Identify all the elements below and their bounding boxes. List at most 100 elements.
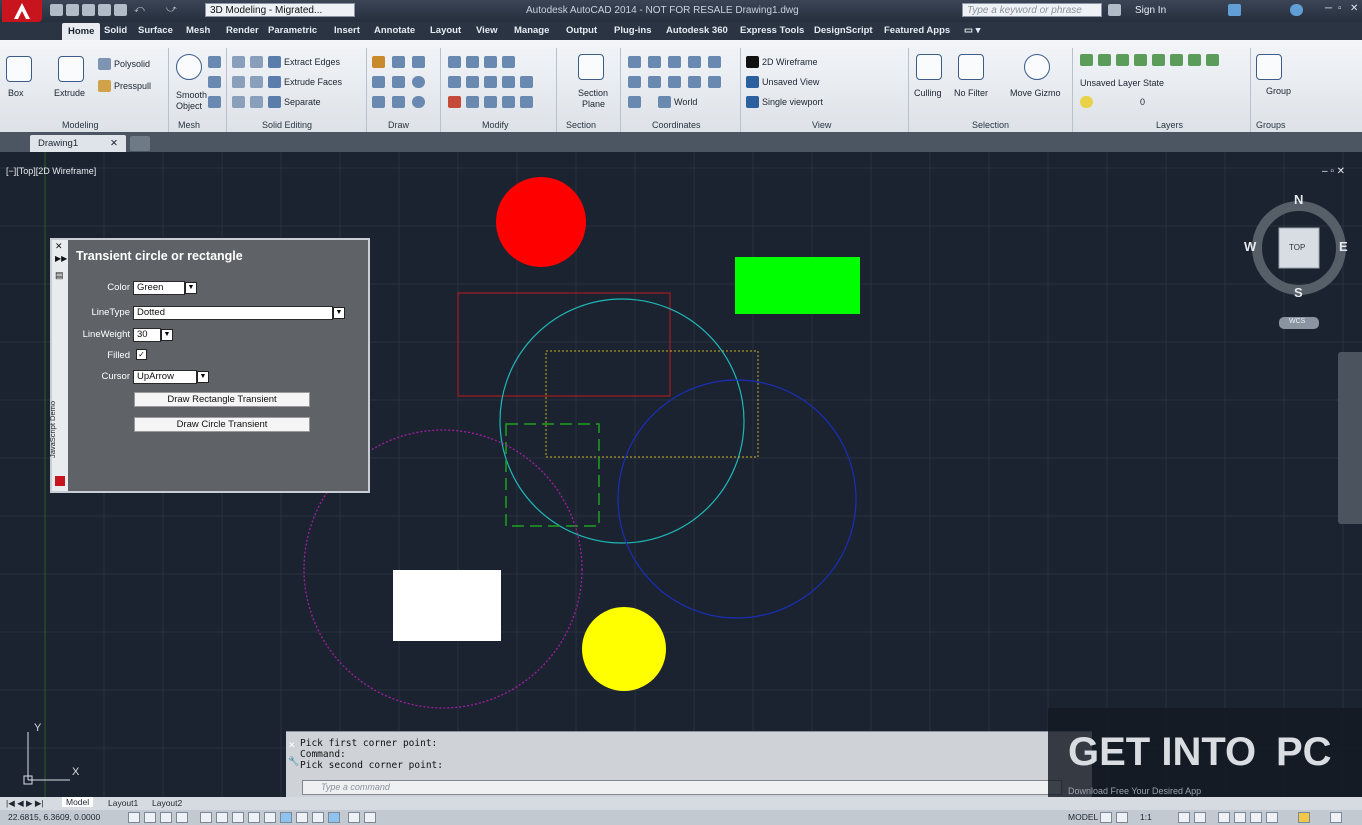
tab-insert[interactable]: Insert [334,25,360,36]
tab-express-tools[interactable]: Express Tools [740,25,804,36]
tab-solid[interactable]: Solid [104,25,127,36]
visual-style-icon[interactable] [746,56,759,68]
ucs-4-icon[interactable] [688,56,701,68]
polar-icon[interactable] [200,812,212,823]
compass-s[interactable]: S [1294,285,1303,300]
ribbon-toggle-icon[interactable]: ▭ ▾ [964,25,980,36]
linetype-select[interactable]: Dotted [133,306,333,320]
layer-1-icon[interactable] [1080,54,1093,66]
tab-surface[interactable]: Surface [138,25,173,36]
annotation-scale-dropdown[interactable]: 1:1 [1140,812,1152,822]
layer-6-icon[interactable] [1170,54,1183,66]
panel-modeling[interactable]: Modeling [62,120,99,130]
osnap-icon[interactable] [216,812,228,823]
tab-manage[interactable]: Manage [514,25,549,36]
app-menu-button[interactable] [2,0,42,22]
group-icon[interactable] [1256,54,1282,80]
panel-selection[interactable]: Selection [972,120,1009,130]
sign-in-button[interactable]: Sign In [1135,5,1166,16]
window-close-icon[interactable]: ✕ [1350,3,1358,14]
tab-home[interactable]: Home [62,23,101,40]
annotation-visibility-icon[interactable] [1178,812,1190,823]
panel-layers[interactable]: Layers [1156,120,1183,130]
modify-12-icon[interactable] [484,96,497,108]
panel-draw[interactable]: Draw [388,120,409,130]
viewport-window-controls[interactable]: – ▫ ✕ [1322,166,1345,177]
panel-coordinates[interactable]: Coordinates [652,120,701,130]
spline-icon[interactable] [372,76,385,88]
layer-5-icon[interactable] [1152,54,1165,66]
panel-groups[interactable]: Groups [1256,120,1286,130]
otrack-icon[interactable] [248,812,260,823]
linetype-dropdown-icon[interactable]: ▼ [333,307,345,319]
polygon-icon[interactable] [372,96,385,108]
extrude-button[interactable]: Extrude [54,88,85,98]
separate-icon[interactable] [268,96,281,108]
save-icon[interactable] [82,4,95,16]
panel-section[interactable]: Section [566,120,596,130]
ucs-8-icon[interactable] [668,76,681,88]
current-layer-dropdown[interactable]: 0 [1140,97,1145,107]
layout-tab-layout1[interactable]: Layout1 [108,798,138,808]
ucs-9-icon[interactable] [688,76,701,88]
ellipse-icon[interactable] [412,96,425,108]
solid-edit-5-icon[interactable] [232,96,245,108]
green-dashed-rectangle[interactable] [505,423,600,527]
command-input[interactable]: Type a command [302,780,1062,795]
exchange-icon[interactable] [1228,4,1241,16]
polysolid-button[interactable]: Polysolid [114,59,150,69]
circle-icon[interactable] [412,76,425,88]
compass-e[interactable]: E [1339,239,1348,254]
cursor-select[interactable]: UpArrow [133,370,197,384]
workspace-switching-icon[interactable] [1218,812,1230,823]
viewcube-label[interactable]: TOP [1289,243,1305,252]
red-circle[interactable] [496,177,586,267]
group-button[interactable]: Group [1266,86,1291,96]
box-icon[interactable] [6,56,32,82]
presspull-icon[interactable] [98,80,111,92]
rectangle-icon[interactable] [392,96,405,108]
layout-tab-layout2[interactable]: Layout2 [152,798,182,808]
separate-button[interactable]: Separate [284,97,321,107]
smooth-object-icon[interactable] [176,54,202,80]
ucs-5-icon[interactable] [708,56,721,68]
layer-3-icon[interactable] [1116,54,1129,66]
grid-icon[interactable] [160,812,172,823]
yellow-circle[interactable] [582,607,666,691]
tab-mesh[interactable]: Mesh [186,25,210,36]
quick-properties-icon[interactable] [328,812,340,823]
filled-checkbox[interactable]: ✓ [136,349,147,360]
modify-6-icon[interactable] [466,76,479,88]
plot-icon[interactable] [114,4,127,16]
tab-designscript[interactable]: DesignScript [814,25,873,36]
move-gizmo-button[interactable]: Move Gizmo [1010,88,1061,98]
modify-13-icon[interactable] [502,96,515,108]
move-icon[interactable] [484,56,497,68]
annotation-monitor-icon[interactable] [364,812,376,823]
palette-autohide-icon[interactable]: ▶▶ [55,254,67,263]
green-rectangle[interactable] [735,257,860,314]
smooth-object-button[interactable]: Smooth [176,90,207,100]
panel-view[interactable]: View [812,120,831,130]
open-icon[interactable] [66,4,79,16]
polyline-icon[interactable] [372,56,385,68]
viewport-config-dropdown[interactable]: Single viewport [762,97,823,107]
extrude-faces-icon[interactable] [268,76,281,88]
solid-edit-4-icon[interactable] [250,76,263,88]
ucs-3-icon[interactable] [668,56,681,68]
selection-cycling-icon[interactable] [348,812,360,823]
new-icon[interactable] [50,4,63,16]
clean-screen-icon[interactable] [1330,812,1342,823]
redo-icon[interactable]: ⤻ [166,4,179,16]
solid-edit-2-icon[interactable] [250,56,263,68]
saved-view-dropdown[interactable]: Unsaved View [762,77,819,87]
model-space-button[interactable]: MODEL [1068,812,1098,822]
panel-mesh[interactable]: Mesh [178,120,200,130]
lock-icon[interactable] [1234,812,1246,823]
no-filter-icon[interactable] [958,54,984,80]
modify-1-icon[interactable] [448,56,461,68]
palette-properties-icon[interactable]: ▤ [55,270,64,281]
close-icon[interactable]: ✕ [110,135,118,152]
cyan-circle[interactable] [499,298,745,544]
dyn-icon[interactable] [280,812,292,823]
